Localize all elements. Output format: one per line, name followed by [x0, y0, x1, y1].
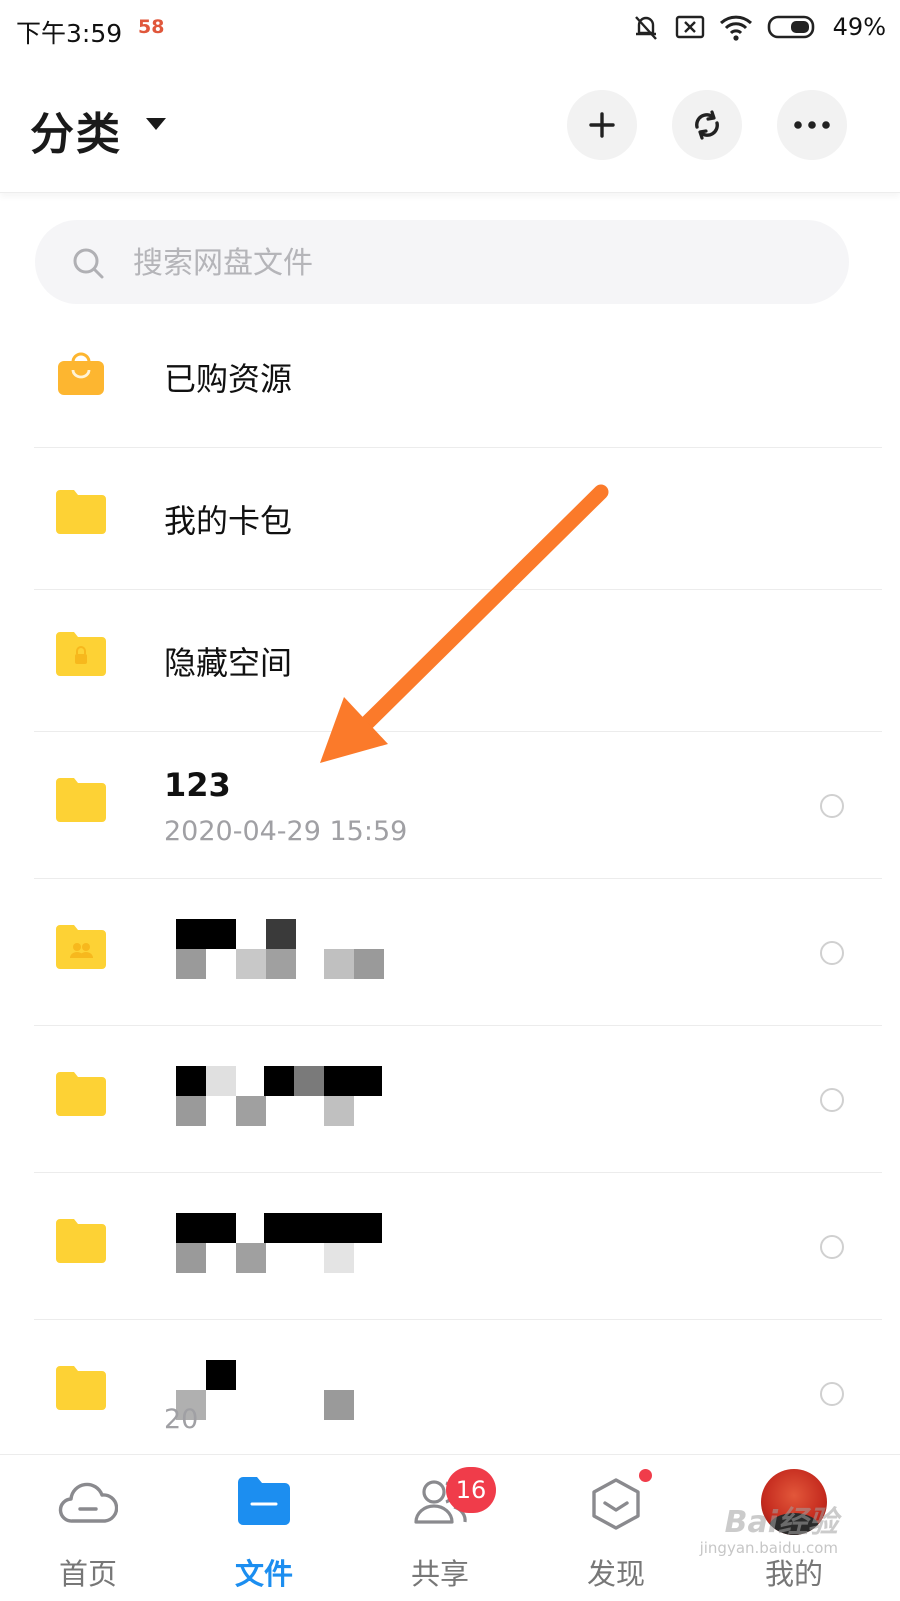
more-icon [794, 121, 830, 129]
battery-icon [767, 15, 814, 39]
more-button[interactable] [777, 90, 847, 160]
obscured-file-name [176, 1213, 384, 1273]
obscured-file-name [176, 1360, 384, 1420]
watermark-url: jingyan.baidu.com [699, 1539, 838, 1557]
add-button[interactable] [567, 90, 637, 160]
shopping-bag-icon [58, 352, 104, 395]
list-item-label: 已购资源 [164, 360, 293, 398]
file-name: 123 [164, 766, 231, 804]
share-badge: 16 [446, 1467, 496, 1513]
file-row-123[interactable]: 123 2020-04-29 15:59 [0, 732, 900, 879]
folder-icon [56, 490, 106, 534]
list-item-purchased[interactable]: 已购资源 [0, 306, 900, 448]
no-sim-icon [675, 15, 704, 39]
status-time: 下午3:59 [16, 19, 123, 48]
select-checkbox[interactable] [820, 1235, 844, 1259]
search-bar[interactable] [35, 220, 849, 306]
select-checkbox[interactable] [820, 794, 844, 818]
app-header: 分类 [0, 62, 900, 193]
file-row[interactable] [0, 1026, 900, 1173]
plus-icon [589, 112, 615, 138]
select-checkbox[interactable] [820, 1088, 844, 1112]
app-notification-icon: 58 [138, 16, 165, 38]
file-row[interactable] [0, 1173, 900, 1320]
file-date: 20 [164, 1404, 199, 1435]
sync-button[interactable] [672, 90, 742, 160]
file-date: 2020-04-29 15:59 [164, 816, 408, 847]
folder-icon [56, 1072, 106, 1116]
search-input[interactable] [131, 220, 815, 306]
obscured-file-name [176, 919, 384, 979]
bottom-tab-bar: 首页 文件 16 共享 发现 我的 Bai经验 jingyan.baidu.co… [0, 1454, 900, 1601]
wifi-icon [719, 15, 752, 41]
tab-files[interactable]: 文件 [184, 1455, 344, 1601]
file-row[interactable]: 20 [0, 1320, 900, 1467]
sync-icon [695, 110, 719, 140]
list-item-label: 隐藏空间 [164, 644, 293, 682]
folder-icon [56, 778, 106, 822]
watermark: Bai经验 [724, 1505, 838, 1540]
file-list: 已购资源 我的卡包 隐藏空间 123 2020-04-29 15:59 20 [0, 306, 900, 1467]
mute-icon [634, 16, 657, 40]
list-item-hidden-space[interactable]: 隐藏空间 [0, 590, 900, 732]
folder-icon [56, 1366, 106, 1410]
locked-folder-icon [56, 632, 106, 676]
list-item-card-wallet[interactable]: 我的卡包 [0, 448, 900, 590]
battery-percent: 49% [832, 13, 886, 41]
select-checkbox[interactable] [820, 941, 844, 965]
discover-icon [592, 1478, 640, 1530]
tab-home[interactable]: 首页 [8, 1455, 168, 1601]
select-checkbox[interactable] [820, 1382, 844, 1406]
tab-label: 首页 [58, 1557, 117, 1591]
tab-label: 共享 [410, 1557, 469, 1591]
notification-dot [639, 1469, 652, 1482]
shared-folder-icon [56, 925, 106, 969]
tab-label: 发现 [586, 1557, 645, 1591]
status-bar: 下午3:59 58 49% [0, 0, 900, 62]
folder-icon [56, 1219, 106, 1263]
cloud-icon [58, 1482, 118, 1523]
tab-share[interactable]: 16 共享 [360, 1455, 520, 1601]
tab-label: 文件 [234, 1557, 293, 1591]
tab-discover[interactable]: 发现 [536, 1455, 696, 1601]
file-row[interactable] [0, 879, 900, 1026]
title-dropdown-icon[interactable] [146, 118, 166, 130]
folder-tab-icon [238, 1477, 290, 1525]
status-icons: 49% [631, 12, 886, 42]
list-item-label: 我的卡包 [164, 502, 293, 540]
obscured-file-name [176, 1066, 384, 1126]
tab-label: 我的 [764, 1557, 823, 1591]
search-icon [73, 248, 104, 279]
page-title[interactable]: 分类 [30, 98, 122, 162]
